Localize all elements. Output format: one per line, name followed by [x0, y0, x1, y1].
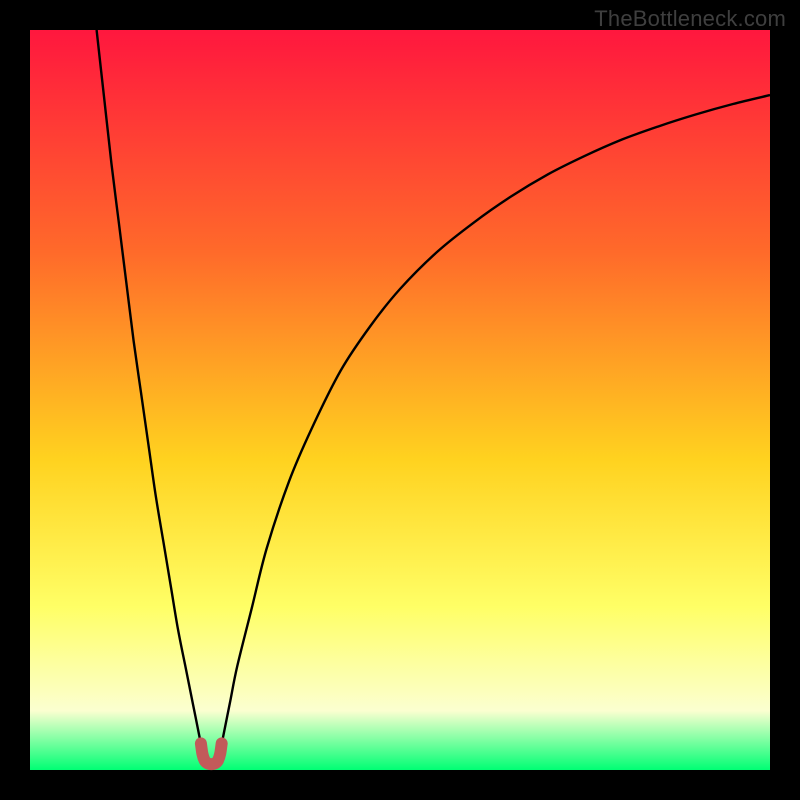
watermark-text: TheBottleneck.com — [594, 6, 786, 32]
chart-frame: TheBottleneck.com — [0, 0, 800, 800]
chart-plot — [30, 30, 770, 770]
